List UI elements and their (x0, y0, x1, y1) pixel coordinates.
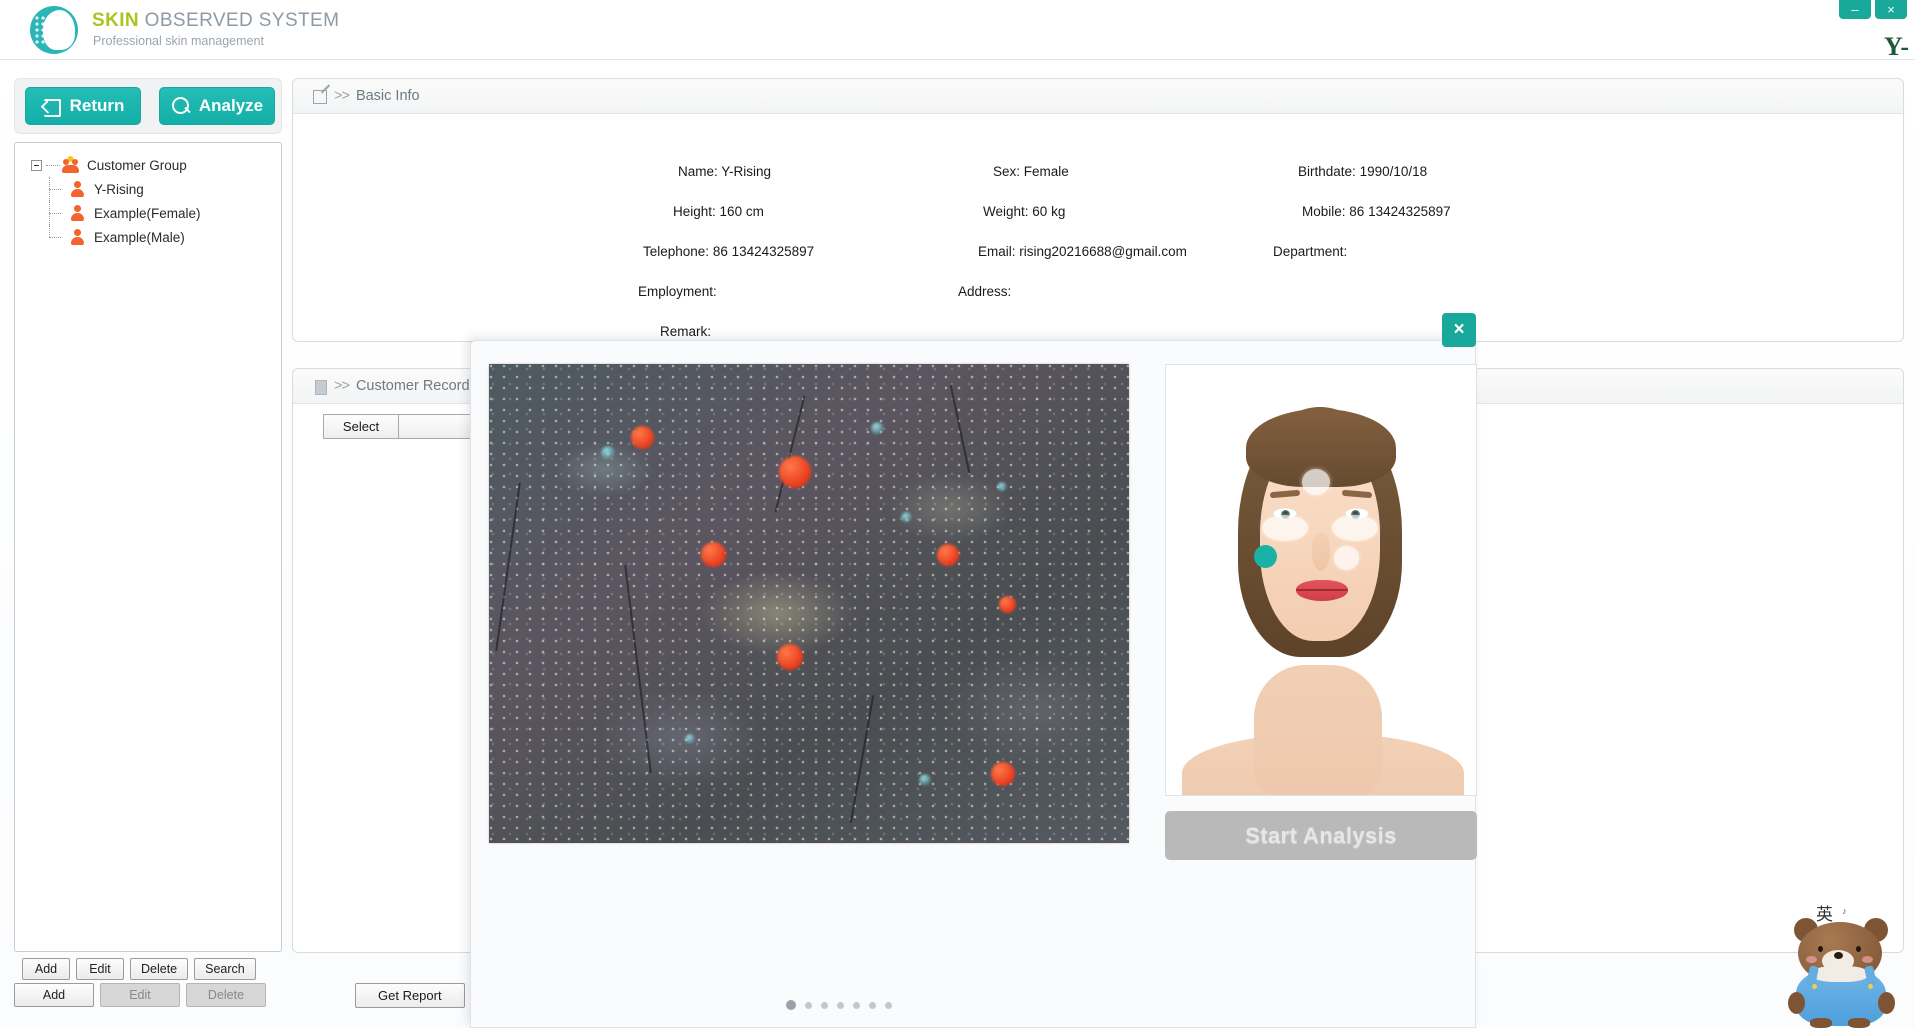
pagination-dot-5[interactable] (853, 1001, 860, 1009)
basic-info-title: Basic Info (355, 88, 420, 104)
pagination-dot-4[interactable] (837, 1001, 844, 1009)
title-bar: SKIN OBSERVED SYSTEM Professional skin m… (0, 0, 1915, 60)
face-marker-forehead[interactable] (1302, 469, 1330, 495)
pagination-dot-2[interactable] (805, 1001, 812, 1009)
customer-edit-button: Edit (100, 983, 180, 1007)
field-sex: Sex: Female (993, 164, 1069, 179)
field-remark: Remark: (660, 324, 712, 339)
microscope-capture-image[interactable] (489, 364, 1129, 843)
pagination-dot-3[interactable] (821, 1001, 828, 1009)
app-title-rest: OBSERVED SYSTEM (139, 10, 340, 31)
tree-add-button[interactable]: Add (22, 958, 70, 980)
field-mobile: Mobile: 86 13424325897 (1302, 204, 1451, 219)
basic-info-panel: >> Basic Info Name: Y-Rising Sex: Female… (292, 78, 1904, 342)
tree-node-label: Y-Rising (94, 181, 144, 197)
tree-delete-button[interactable]: Delete (130, 958, 189, 980)
group-icon (62, 156, 80, 174)
customer-record-title: Customer Record (355, 378, 470, 394)
tree-node-label: Customer Group (87, 157, 187, 173)
pagination-dot-1[interactable] (786, 1000, 796, 1010)
face-marker-right-under-eye[interactable] (1332, 515, 1378, 541)
application-window: SKIN OBSERVED SYSTEM Professional skin m… (0, 0, 1915, 1028)
field-birthdate: Birthdate: 1990/10/18 (1298, 164, 1428, 179)
pagination-dot-7[interactable] (885, 1001, 892, 1009)
minimize-button[interactable]: – (1839, 0, 1871, 19)
app-title: SKIN OBSERVED SYSTEM (92, 10, 339, 32)
analyze-button[interactable]: Analyze (159, 87, 275, 125)
app-title-skin: SKIN (92, 10, 139, 31)
tree-node-example-female[interactable]: Example(Female) (21, 201, 275, 225)
close-window-button[interactable]: × (1875, 0, 1907, 19)
pencil-edit-icon (313, 89, 329, 104)
app-tagline: Professional skin management (93, 34, 264, 48)
tree-node-customer-group[interactable]: Customer Group (21, 153, 275, 177)
field-name: Name: Y-Rising (678, 164, 772, 179)
skin-capture-modal: × Start Analysis (470, 313, 1477, 1028)
tree-search-button[interactable]: Search (194, 958, 256, 980)
field-weight: Weight: 60 kg (983, 204, 1066, 219)
field-department: Department: (1273, 244, 1348, 259)
background-letter: Y- (1883, 32, 1909, 61)
tree-expander-icon[interactable] (31, 159, 42, 171)
tree-actions-secondary: Add Edit Delete (14, 983, 266, 1007)
basic-info-header: >> Basic Info (293, 79, 1903, 114)
start-analysis-button[interactable]: Start Analysis (1165, 811, 1477, 860)
field-telephone: Telephone: 86 13424325897 (643, 244, 815, 259)
tree-actions-primary: Add Edit Delete Search (22, 958, 256, 980)
person-icon (69, 180, 87, 198)
tree-edit-button[interactable]: Edit (76, 958, 124, 980)
toolbar: Return Analyze (14, 78, 282, 134)
get-report-button[interactable]: Get Report (355, 983, 465, 1008)
return-button[interactable]: Return (25, 87, 141, 125)
field-height: Height: 160 cm (673, 204, 764, 219)
person-icon (69, 204, 87, 222)
magnifier-icon (171, 96, 191, 116)
face-marker-right-cheek[interactable] (1334, 546, 1359, 570)
bear-mascot: 英 ♪ (1782, 900, 1902, 1028)
column-header-select[interactable]: Select (323, 414, 398, 439)
field-employment: Employment: (638, 284, 717, 299)
person-icon (69, 228, 87, 246)
window-controls: – × (1839, 0, 1907, 19)
basic-info-fields: Name: Y-Rising Sex: Female Birthdate: 19… (293, 114, 1903, 343)
customer-delete-button: Delete (186, 983, 266, 1007)
customer-tree: Customer Group Y-Rising Example(Female) … (15, 143, 281, 259)
return-arrow-icon (42, 96, 62, 117)
basic-info-chevron: >> (334, 88, 350, 104)
field-email: Email: rising20216688@gmail.com (978, 244, 1187, 259)
face-marker-left-under-eye[interactable] (1262, 515, 1308, 541)
close-icon[interactable]: × (1442, 313, 1476, 347)
document-icon (313, 379, 329, 395)
tree-node-label: Example(Female) (94, 205, 201, 221)
analyze-button-label: Analyze (198, 96, 264, 115)
return-button-label: Return (69, 96, 125, 115)
app-logo-icon (30, 6, 78, 54)
mascot-bubble: ♪ (1842, 906, 1847, 916)
tree-node-label: Example(Male) (94, 229, 185, 245)
customer-add-button[interactable]: Add (14, 983, 94, 1007)
pagination-dot-6[interactable] (869, 1001, 876, 1009)
tree-node-example-male[interactable]: Example(Male) (21, 225, 275, 249)
tree-node-y-rising[interactable]: Y-Rising (21, 177, 275, 201)
face-marker-left-cheek[interactable] (1254, 545, 1277, 568)
filmstrip-pagination (786, 1000, 892, 1010)
customer-record-chevron: >> (334, 378, 350, 394)
customer-tree-panel: Customer Group Y-Rising Example(Female) … (14, 142, 282, 952)
face-analysis-diagram[interactable] (1165, 364, 1477, 796)
mascot-character: 英 (1816, 905, 1833, 925)
field-address: Address: (958, 284, 1012, 299)
